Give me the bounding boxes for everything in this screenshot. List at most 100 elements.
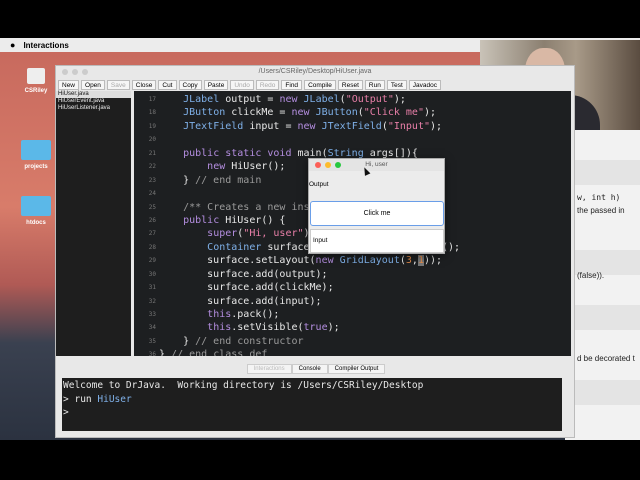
code-token: JButton [315, 107, 358, 119]
prompt: > [63, 393, 69, 405]
doc-text: d be decorated t [577, 354, 635, 363]
minimize-icon[interactable] [325, 162, 331, 168]
toolbar-close-button[interactable]: Close [131, 79, 157, 90]
code-token: "Output" [345, 94, 394, 105]
code-token: new [297, 120, 316, 132]
toolbar-find-button[interactable]: Find [281, 79, 303, 90]
code-token: ); [423, 107, 437, 119]
browser-window: w, int h) the passed in (false)). d be d… [565, 130, 640, 440]
code-token: super [207, 228, 238, 240]
code-token: public static void [183, 147, 292, 159]
code-token: new [291, 107, 310, 119]
code-token: surface.setLayout( [159, 255, 316, 267]
prompt[interactable]: > [63, 407, 562, 421]
toolbar-paste-button[interactable]: Paste [203, 79, 229, 90]
code-token: input = [243, 120, 298, 132]
file-list: HiUser.java HiUserEvent.java HiUserListene… [56, 91, 131, 356]
interactions-pane[interactable]: Welcome to DrJava. Working directory is … [62, 378, 562, 431]
code-token: // end constructor [195, 335, 304, 347]
code-line: JTextField input = new JTextField("Input… [159, 120, 442, 133]
code-token: Container [207, 241, 262, 253]
code-line: surface.add(output); [159, 268, 327, 281]
file-item[interactable]: HiUserListener.java [56, 105, 131, 112]
title-bar: /Users/CSRiley/Desktop/HiUser.java [56, 66, 574, 78]
htdocs-folder-icon[interactable]: htdocs [18, 196, 54, 226]
code-line: surface.add(input); [159, 295, 321, 308]
toolbar-cut-button[interactable]: Cut [158, 79, 177, 90]
doc-text: the passed in [577, 206, 625, 215]
dialog-title: Hi, user [365, 161, 388, 168]
click-me-button[interactable]: Click me [310, 201, 444, 226]
tab-interactions[interactable]: Interactions [246, 364, 292, 374]
toolbar-new-button[interactable]: New [58, 79, 80, 90]
close-icon[interactable] [315, 162, 321, 168]
home-folder-icon[interactable]: CSRiley [18, 68, 54, 94]
code-token: JTextField [183, 120, 244, 132]
toolbar-open-button[interactable]: Open [81, 79, 105, 90]
file-item[interactable]: HiUserEvent.java [56, 98, 131, 105]
line-number: 31 [148, 284, 156, 292]
toolbar-test-button[interactable]: Test [386, 79, 407, 90]
dialog-title-bar: Hi, user [309, 159, 444, 171]
line-number: 28 [148, 243, 156, 251]
line-number: 23 [148, 176, 156, 184]
code-token: new [207, 161, 226, 173]
window-controls[interactable] [62, 69, 88, 75]
line-number: 24 [148, 190, 156, 198]
app-menu[interactable]: Interactions [23, 41, 68, 50]
line-number: 29 [148, 257, 156, 265]
projects-folder-icon[interactable]: projects [18, 140, 54, 170]
code-line: } // end main [159, 174, 261, 187]
code-token: new [279, 94, 298, 105]
toolbar-javadoc-button[interactable]: Javadoc [408, 79, 441, 90]
zoom-icon[interactable] [335, 162, 341, 168]
code-token: clickMe = [225, 107, 292, 119]
line-number: 18 [148, 109, 156, 117]
command-line: > run HiUser [63, 394, 562, 408]
tab-compiler-output[interactable]: Compiler Output [327, 364, 386, 374]
line-number: 20 [148, 136, 156, 144]
line-number: 30 [148, 270, 156, 278]
toolbar-run-button[interactable]: Run [364, 79, 385, 90]
code-line: JButton clickMe = new JButton("Click me"… [159, 106, 436, 119]
code-token: HiUser(); [225, 161, 286, 173]
command-arg: HiUser [97, 393, 132, 405]
toolbar-redo-button[interactable]: Redo [255, 79, 280, 90]
tab-console[interactable]: Console [291, 364, 328, 374]
code-line: } // end constructor [159, 335, 304, 348]
toolbar-copy-button[interactable]: Copy [178, 79, 202, 90]
apple-icon[interactable]: ● [10, 40, 15, 50]
line-number: 36 [148, 351, 156, 356]
toolbar-save-button[interactable]: Save [106, 79, 130, 90]
code-line: surface.add(clickMe); [159, 281, 333, 294]
code-token: } [159, 174, 196, 186]
command: run [74, 393, 92, 405]
code-token: this [207, 309, 232, 321]
code-line: this.setVisible(true); [159, 321, 339, 334]
line-number: 27 [148, 230, 156, 238]
input-field[interactable]: Input [310, 229, 444, 253]
toolbar-compile-button[interactable]: Compile [304, 79, 336, 90]
toolbar-reset-button[interactable]: Reset [337, 79, 363, 90]
code-token: // end class def [171, 349, 268, 356]
code-token: this [207, 322, 232, 334]
code-line: } // end class def [159, 348, 267, 356]
window-controls[interactable] [315, 162, 341, 168]
code-token: .pack(); [231, 309, 280, 321]
code-token: JButton [183, 107, 226, 119]
icon-label: CSRiley [24, 88, 48, 94]
line-number: 33 [148, 311, 156, 319]
toolbar-undo-button[interactable]: Undo [230, 79, 254, 90]
code-token: )); [423, 255, 443, 267]
code-token: JLabel [183, 94, 220, 105]
doc-text: w, int h) [577, 193, 621, 202]
line-number: 17 [148, 96, 156, 103]
file-item[interactable]: HiUser.java [56, 91, 131, 98]
